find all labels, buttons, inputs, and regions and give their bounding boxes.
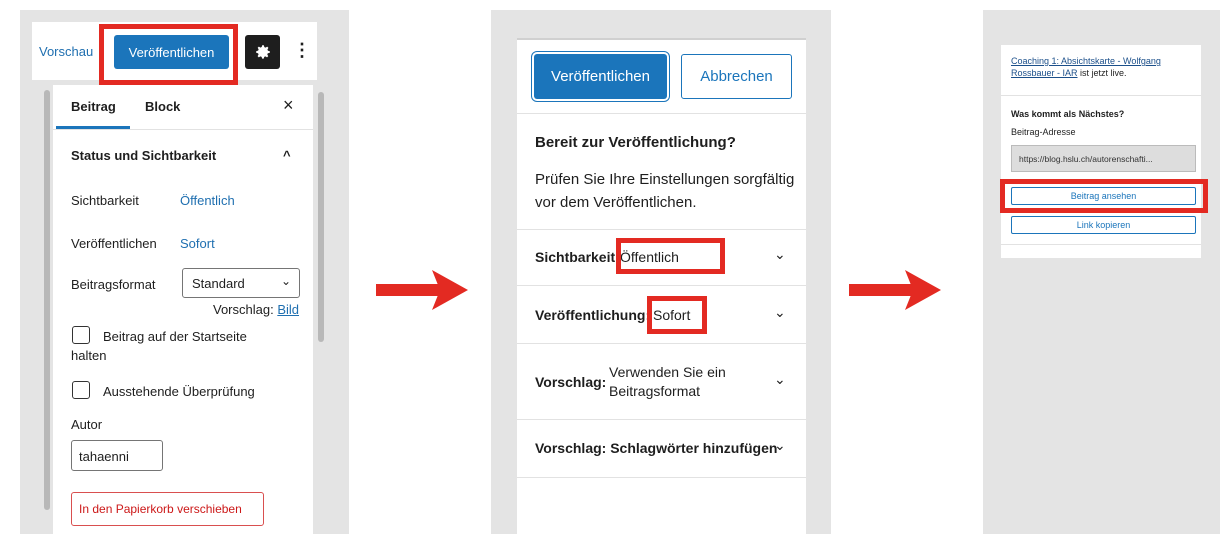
view-post-label: Beitrag ansehen	[1070, 191, 1137, 201]
tab-block[interactable]: Block	[145, 99, 180, 114]
chevron-down-icon: ⌄	[774, 246, 786, 262]
ready-desc-line2: vor dem Veröffentlichen.	[535, 194, 697, 211]
trash-button-label: In den Papierkorb verschieben	[79, 502, 242, 516]
format-suggestion-row[interactable]: Vorschlag: Verwenden Sie ein Beitragsfor…	[517, 344, 806, 419]
live-suffix: ist jetzt live.	[1077, 68, 1127, 78]
tabs-divider	[53, 129, 313, 130]
gear-icon	[255, 45, 270, 59]
chevron-down-icon: ⌄	[774, 437, 786, 453]
sidebar-scrollbar-left[interactable]	[44, 90, 50, 510]
published-divider-1	[1001, 95, 1201, 96]
format-label: Beitragsformat	[71, 277, 156, 292]
format-suggestion-prefix: Vorschlag:	[213, 302, 274, 317]
chevron-down-icon: ⌄	[774, 371, 786, 387]
publish-button-label: Veröffentlichen	[128, 44, 215, 60]
live-post-link-line2[interactable]: Rossbauer - IAR	[1011, 68, 1078, 78]
trash-button[interactable]: In den Papierkorb verschieben	[71, 492, 264, 526]
close-icon[interactable]: ×	[283, 95, 294, 116]
visibility-row-label: Sichtbarkeit:	[535, 249, 620, 265]
publish-time-row[interactable]: Veröffentlichung: Sofort ⌄	[517, 286, 806, 343]
sticky-label-line1: Beitrag auf der Startseite	[103, 329, 247, 344]
visibility-row[interactable]: Sichtbarkeit: Öffentlich ⌄	[517, 230, 806, 285]
address-label: Beitrag-Adresse	[1011, 127, 1076, 137]
cancel-button[interactable]: Abbrechen	[681, 54, 792, 99]
confirm-divider-top	[517, 113, 806, 114]
tab-beitrag[interactable]: Beitrag	[71, 99, 116, 114]
section-status-title[interactable]: Status und Sichtbarkeit	[71, 148, 216, 163]
sticky-label-line2: halten	[71, 348, 107, 363]
format-suggestion-link[interactable]: Bild	[277, 302, 299, 317]
chevron-down-icon: ⌄	[280, 274, 291, 288]
author-select[interactable]: tahaenni	[71, 440, 163, 471]
publish-time-value[interactable]: Sofort	[180, 236, 215, 251]
address-value: https://blog.hslu.ch/autorenschafti...	[1019, 154, 1153, 164]
author-value: tahaenni	[79, 449, 129, 464]
format-suggestion-row-value1: Verwenden Sie ein	[609, 364, 726, 380]
cancel-button-label: Abbrechen	[700, 68, 773, 85]
format-select[interactable]: Standard ⌄	[182, 268, 300, 298]
format-suggestion: Vorschlag: Bild	[213, 302, 299, 317]
arrow-right-icon	[849, 270, 941, 310]
confirm-divider-5	[517, 477, 806, 478]
format-suggestion-row-value2: Beitragsformat	[609, 383, 701, 399]
ready-heading: Bereit zur Veröffentlichung?	[535, 134, 736, 151]
confirm-publish-button[interactable]: Veröffentlichen	[534, 54, 667, 99]
visibility-row-value: Öffentlich	[620, 249, 679, 265]
pending-review-label: Ausstehende Überprüfung	[103, 384, 255, 399]
format-suggestion-row-label: Vorschlag:	[535, 374, 607, 390]
copy-link-label: Link kopieren	[1076, 220, 1131, 230]
tags-suggestion-row-label: Vorschlag: Schlagwörter hinzufügen	[535, 440, 778, 456]
live-post-link-line1[interactable]: Coaching 1: Absichtskarte - Wolfgang	[1011, 56, 1161, 66]
pending-review-checkbox[interactable]	[72, 381, 90, 399]
sidebar-scrollbar-right[interactable]	[318, 92, 324, 342]
publish-time-row-label: Veröffentlichung:	[535, 307, 651, 323]
publish-time-label: Veröffentlichen	[71, 236, 157, 251]
arrow-right-icon	[376, 270, 468, 310]
confirm-publish-label: Veröffentlichen	[551, 68, 650, 85]
copy-link-button[interactable]: Link kopieren	[1011, 216, 1196, 234]
next-heading: Was kommt als Nächstes?	[1011, 109, 1125, 119]
author-label: Autor	[71, 417, 103, 432]
published-divider-2	[1001, 244, 1201, 245]
chevron-down-icon: ⌄	[774, 304, 786, 320]
tags-suggestion-row[interactable]: Vorschlag: Schlagwörter hinzufügen ⌄	[517, 420, 806, 477]
visibility-label: Sichtbarkeit	[71, 193, 139, 208]
publish-button[interactable]: Veröffentlichen	[114, 35, 229, 69]
sticky-checkbox[interactable]	[72, 326, 90, 344]
chevron-up-icon[interactable]: ^	[283, 148, 291, 163]
publish-confirm-topline	[517, 38, 806, 40]
preview-button[interactable]: Vorschau	[39, 44, 93, 59]
address-field[interactable]: https://blog.hslu.ch/autorenschafti...	[1011, 145, 1196, 172]
format-select-value: Standard	[192, 276, 245, 291]
publish-time-row-value: Sofort	[653, 307, 691, 323]
live-message: Coaching 1: Absichtskarte - Wolfgang Ros…	[1011, 55, 1201, 79]
settings-button[interactable]	[245, 35, 280, 69]
visibility-value[interactable]: Öffentlich	[180, 193, 235, 208]
ready-desc-line1: Prüfen Sie Ihre Einstellungen sorgfältig	[535, 171, 795, 188]
view-post-button[interactable]: Beitrag ansehen	[1011, 187, 1196, 205]
more-options-icon[interactable]: ⋮	[293, 40, 311, 61]
